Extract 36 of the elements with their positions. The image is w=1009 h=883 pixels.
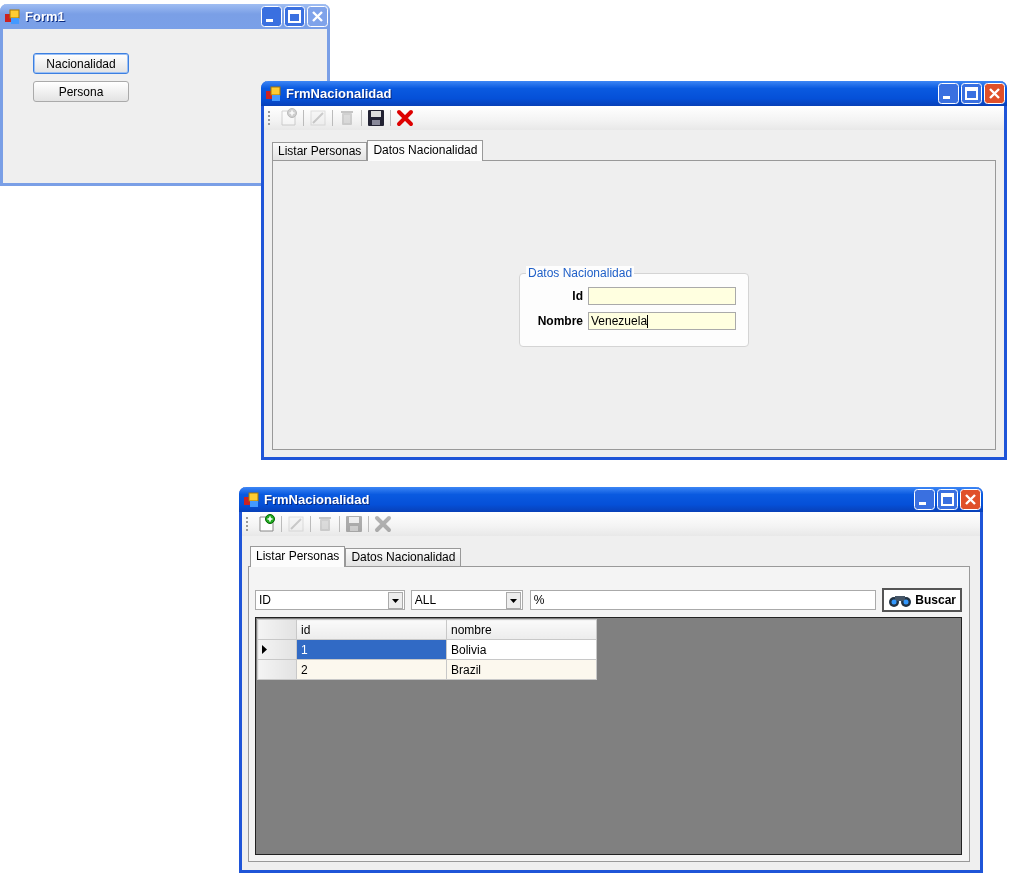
maximize-button[interactable]	[961, 83, 982, 104]
app-icon	[4, 8, 20, 25]
close-button[interactable]	[960, 489, 981, 510]
tab[interactable]: Listar Personas	[272, 142, 368, 160]
window-title: FrmNacionalidad	[286, 86, 393, 101]
tab[interactable]: Datos Nacionalidad	[367, 140, 484, 161]
maximize-button[interactable]	[937, 489, 958, 510]
app-icon	[265, 85, 281, 102]
column-header[interactable]: id	[296, 619, 447, 640]
window-title: FrmNacionalidad	[264, 492, 371, 507]
column-header[interactable]: nombre	[446, 619, 597, 640]
current-row-icon	[262, 645, 267, 654]
binoculars-icon	[888, 593, 913, 607]
app-icon	[243, 491, 259, 508]
search-field[interactable]: %	[529, 590, 877, 610]
save-icon[interactable]	[366, 108, 386, 128]
input-field[interactable]: Venezuela	[588, 312, 736, 330]
field-label: Nombre	[537, 314, 583, 328]
row-header	[257, 619, 297, 640]
grip-icon	[246, 516, 249, 532]
minimize-button[interactable]	[914, 489, 935, 510]
close-icon[interactable]	[395, 108, 415, 128]
dropdown[interactable]: ALL	[410, 590, 523, 610]
grip-icon	[268, 110, 271, 126]
window-title: Form1	[25, 9, 66, 24]
minimize-button[interactable]	[938, 83, 959, 104]
search-button[interactable]: Buscar	[882, 588, 962, 612]
group-title: Datos Nacionalidad	[526, 266, 635, 280]
dropdown[interactable]: ID	[255, 590, 405, 610]
tab[interactable]: Listar Personas	[250, 546, 346, 567]
new-document-icon[interactable]	[257, 514, 277, 534]
close-button[interactable]	[984, 83, 1005, 104]
input-field[interactable]	[588, 287, 736, 305]
field-label: Id	[572, 289, 583, 303]
row-header[interactable]	[257, 639, 297, 660]
tab[interactable]: Datos Nacionalidad	[345, 548, 462, 566]
